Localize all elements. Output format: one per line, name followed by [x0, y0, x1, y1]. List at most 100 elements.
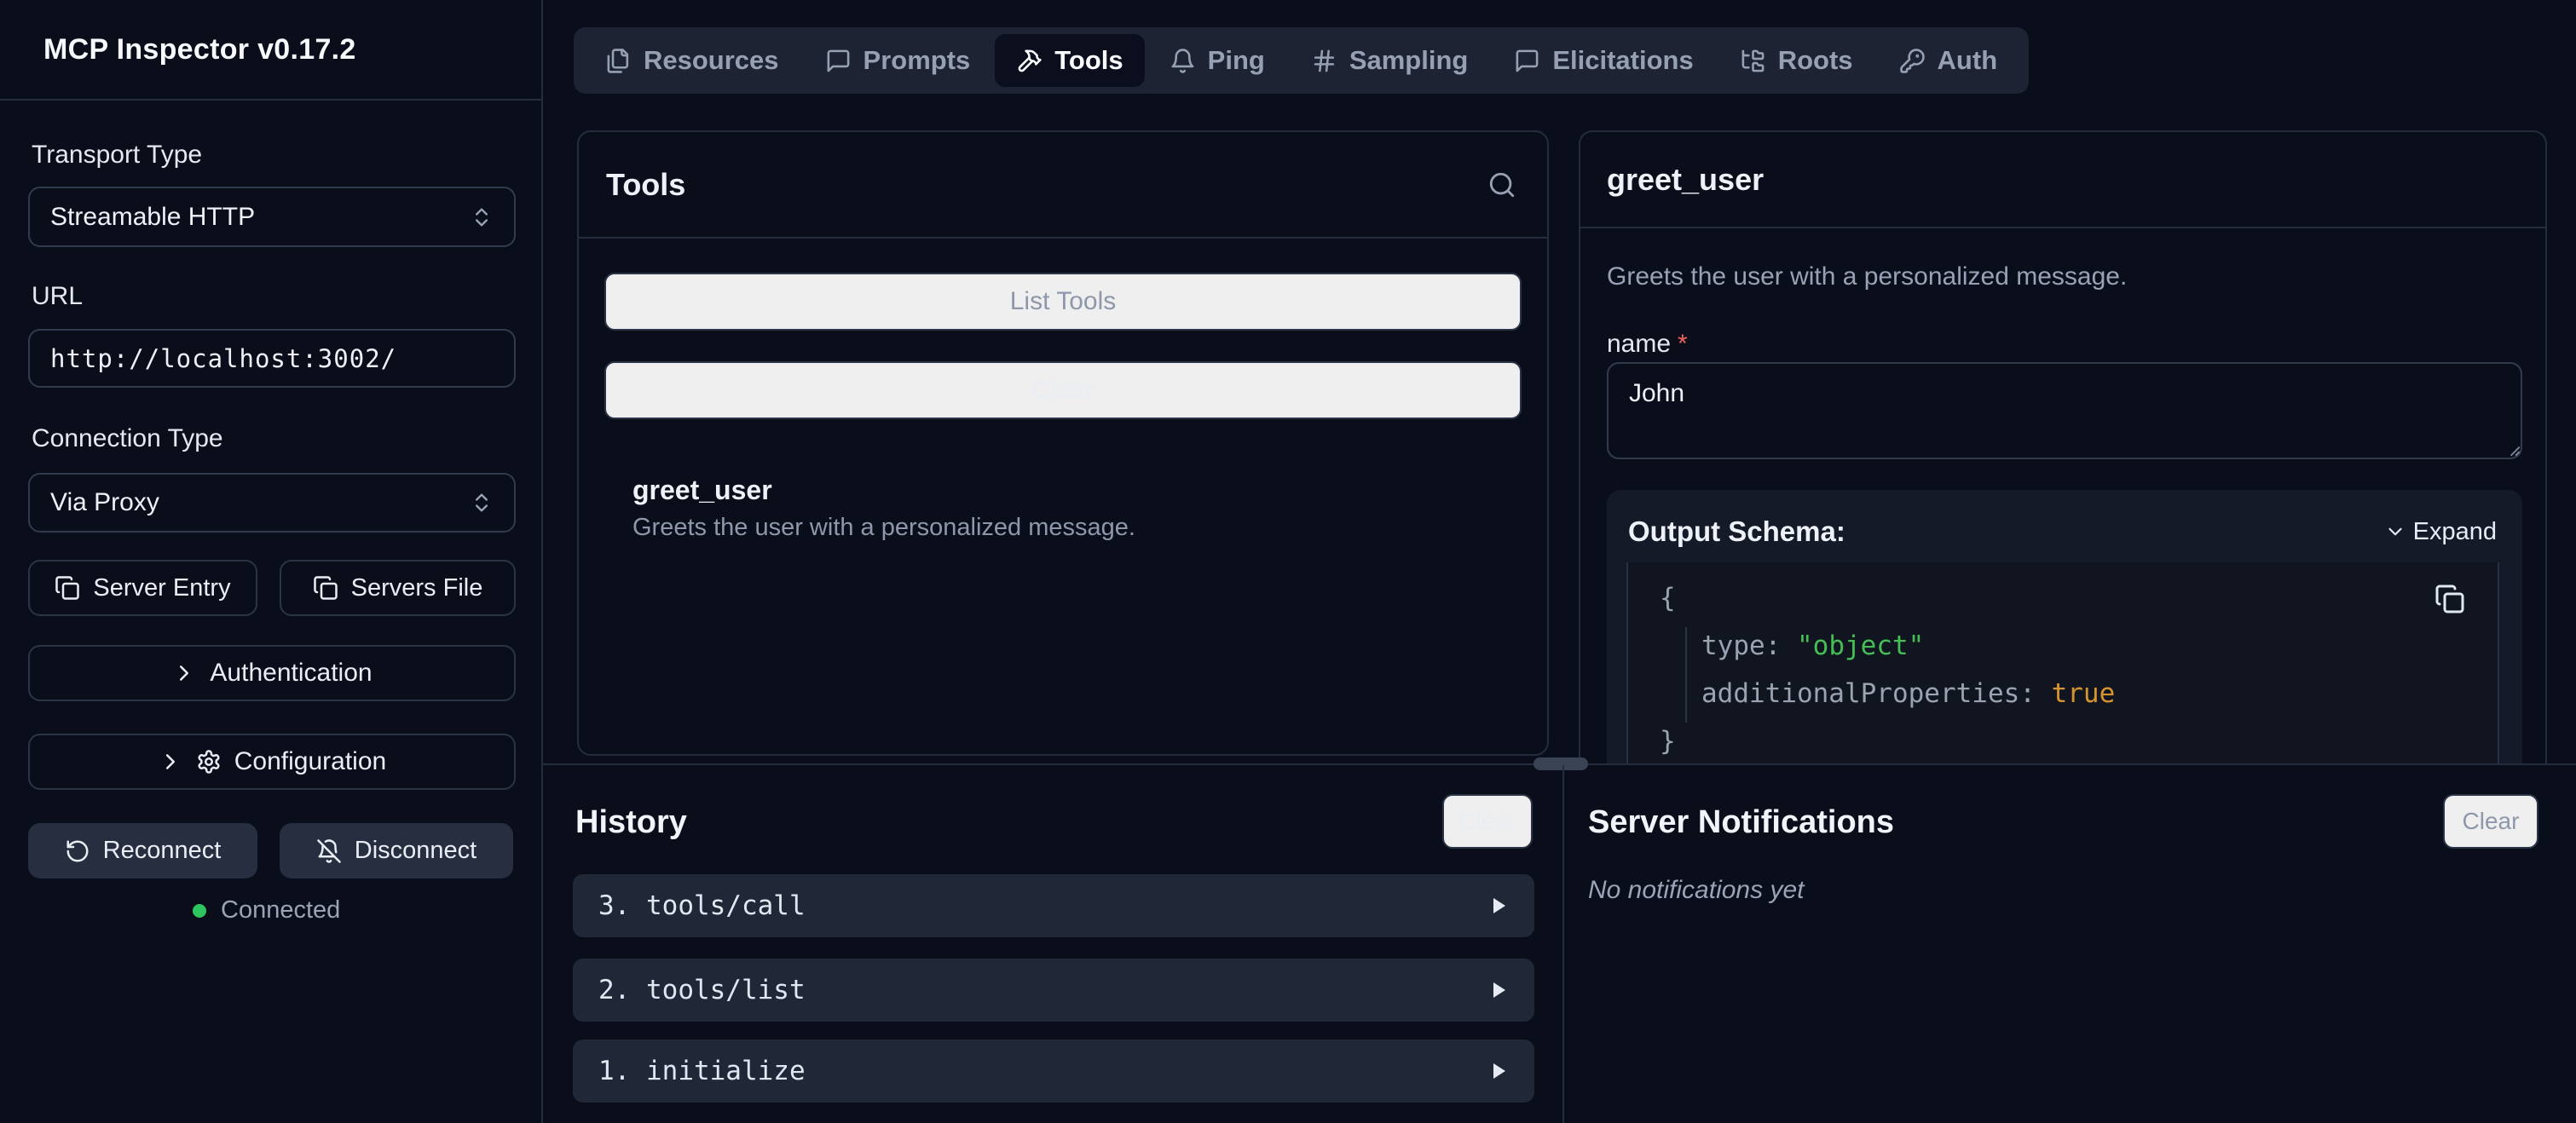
server-entry-label: Server Entry — [93, 574, 230, 602]
tools-panel: Tools List Tools Clear greet_user Greets… — [577, 130, 1549, 756]
connection-type-select[interactable]: Via Proxy — [28, 473, 516, 533]
servers-file-button[interactable]: Servers File — [280, 560, 516, 616]
bell-off-icon — [316, 838, 342, 864]
tools-clear-button[interactable]: Clear — [604, 361, 1522, 419]
copy-icon — [55, 575, 80, 601]
history-item[interactable]: 1. initialize — [573, 1039, 1534, 1103]
name-field-label-text: name — [1607, 330, 1671, 358]
sidebar-header: MCP Inspector v0.17.2 — [0, 0, 541, 101]
files-icon — [605, 48, 632, 74]
chevrons-up-down-icon — [470, 205, 494, 229]
tool-list-item[interactable]: greet_user Greets the user with a person… — [632, 473, 1513, 544]
history-item-label: 2. tools/list — [598, 975, 806, 1005]
sidebar: MCP Inspector v0.17.2 Transport Type Str… — [0, 0, 543, 1123]
history-item[interactable]: 2. tools/list — [573, 959, 1534, 1022]
expand-arrow-icon — [1488, 980, 1509, 1000]
notifications-empty-message: No notifications yet — [1588, 876, 1804, 905]
reconnect-button[interactable]: Reconnect — [28, 823, 257, 878]
transport-type-select[interactable]: Streamable HTTP — [28, 187, 516, 247]
expand-arrow-icon — [1488, 1061, 1509, 1081]
rotate-ccw-icon — [65, 838, 90, 864]
tool-detail-header: greet_user — [1580, 132, 2545, 228]
output-schema-title: Output Schema: — [1628, 515, 1845, 548]
tab-label: Sampling — [1349, 45, 1469, 76]
hammer-icon — [1016, 48, 1043, 74]
resize-grip-icon[interactable] — [2503, 439, 2521, 458]
output-schema-section: Output Schema: Expand { type: "object" a… — [1607, 490, 2522, 764]
configuration-button[interactable]: Configuration — [28, 734, 516, 790]
tab-tools[interactable]: Tools — [995, 34, 1144, 87]
tab-auth[interactable]: Auth — [1878, 34, 2019, 87]
chevrons-up-down-icon — [470, 491, 494, 515]
expand-toggle[interactable]: Expand — [2384, 518, 2497, 546]
output-schema-code: { type: "object" additionalProperties: t… — [1626, 562, 2499, 764]
tab-label: Tools — [1054, 45, 1123, 76]
expand-arrow-icon — [1488, 896, 1509, 916]
history-clear-button[interactable]: Clear — [1442, 794, 1533, 849]
connection-type-value: Via Proxy — [50, 488, 159, 517]
tab-label: Auth — [1938, 45, 1998, 76]
tab-prompts[interactable]: Prompts — [804, 34, 992, 87]
tab-label: Resources — [644, 45, 779, 76]
authentication-label: Authentication — [210, 659, 372, 688]
authentication-button[interactable]: Authentication — [28, 645, 516, 701]
chevron-right-icon — [158, 749, 183, 775]
url-input[interactable]: http://localhost:3002/ — [28, 329, 516, 388]
expand-label: Expand — [2413, 518, 2497, 546]
configuration-label: Configuration — [234, 747, 386, 776]
code-line: type: "object" — [1628, 622, 2498, 670]
search-icon[interactable] — [1487, 170, 1516, 199]
tab-elicitations[interactable]: Elicitations — [1493, 34, 1714, 87]
tab-ping[interactable]: Ping — [1148, 34, 1286, 87]
list-tools-button[interactable]: List Tools — [604, 273, 1522, 331]
tab-resources[interactable]: Resources — [584, 34, 800, 87]
disconnect-button[interactable]: Disconnect — [280, 823, 513, 878]
connection-status: Connected — [193, 896, 340, 924]
vertical-divider — [1562, 765, 1564, 1123]
status-dot-icon — [193, 904, 206, 918]
folder-tree-icon — [1740, 48, 1766, 74]
key-icon — [1899, 48, 1926, 74]
name-field-input[interactable]: John — [1607, 362, 2522, 459]
transport-type-label: Transport Type — [32, 140, 202, 170]
copy-icon[interactable] — [2434, 584, 2465, 614]
tab-sampling[interactable]: Sampling — [1290, 34, 1490, 87]
bell-icon — [1170, 48, 1196, 74]
history-item[interactable]: 3. tools/call — [573, 874, 1534, 937]
tool-description: Greets the user with a personalized mess… — [632, 510, 1513, 544]
tab-label: Ping — [1208, 45, 1265, 76]
reconnect-label: Reconnect — [103, 837, 222, 865]
history-item-label: 1. initialize — [598, 1056, 806, 1086]
name-field-label: name* — [1607, 330, 1688, 359]
code-line: } — [1628, 717, 2498, 764]
transport-type-value: Streamable HTTP — [50, 203, 255, 232]
servers-file-label: Servers File — [351, 574, 483, 602]
chevron-right-icon — [171, 660, 197, 686]
tab-label: Elicitations — [1552, 45, 1693, 76]
tools-panel-header: Tools — [579, 132, 1547, 239]
code-line: additionalProperties: true — [1628, 670, 2498, 717]
tool-name: greet_user — [632, 473, 1513, 507]
history-title: History — [575, 804, 687, 841]
url-value: http://localhost:3002/ — [50, 344, 396, 373]
history-item-label: 3. tools/call — [598, 890, 806, 921]
gear-icon — [196, 749, 222, 775]
indent-guide — [1685, 627, 1687, 723]
url-label: URL — [32, 281, 83, 312]
hash-icon — [1311, 48, 1337, 74]
tab-label: Roots — [1778, 45, 1853, 76]
tool-detail-panel: greet_user Greets the user with a person… — [1579, 130, 2547, 764]
main-tabbar: Resources Prompts Tools Ping Sampling El… — [574, 27, 2029, 94]
message-square-icon — [1514, 48, 1540, 74]
tools-panel-title: Tools — [606, 167, 685, 203]
tab-roots[interactable]: Roots — [1718, 34, 1874, 87]
tool-detail-description: Greets the user with a personalized mess… — [1607, 262, 2127, 292]
server-notifications-title: Server Notifications — [1588, 804, 1894, 841]
disconnect-label: Disconnect — [355, 837, 477, 865]
server-entry-button[interactable]: Server Entry — [28, 560, 257, 616]
notifications-clear-button[interactable]: Clear — [2443, 794, 2538, 849]
message-square-icon — [825, 48, 852, 74]
code-line: { — [1628, 574, 2498, 622]
resize-handle[interactable] — [1533, 757, 1588, 770]
required-marker: * — [1678, 330, 1688, 358]
